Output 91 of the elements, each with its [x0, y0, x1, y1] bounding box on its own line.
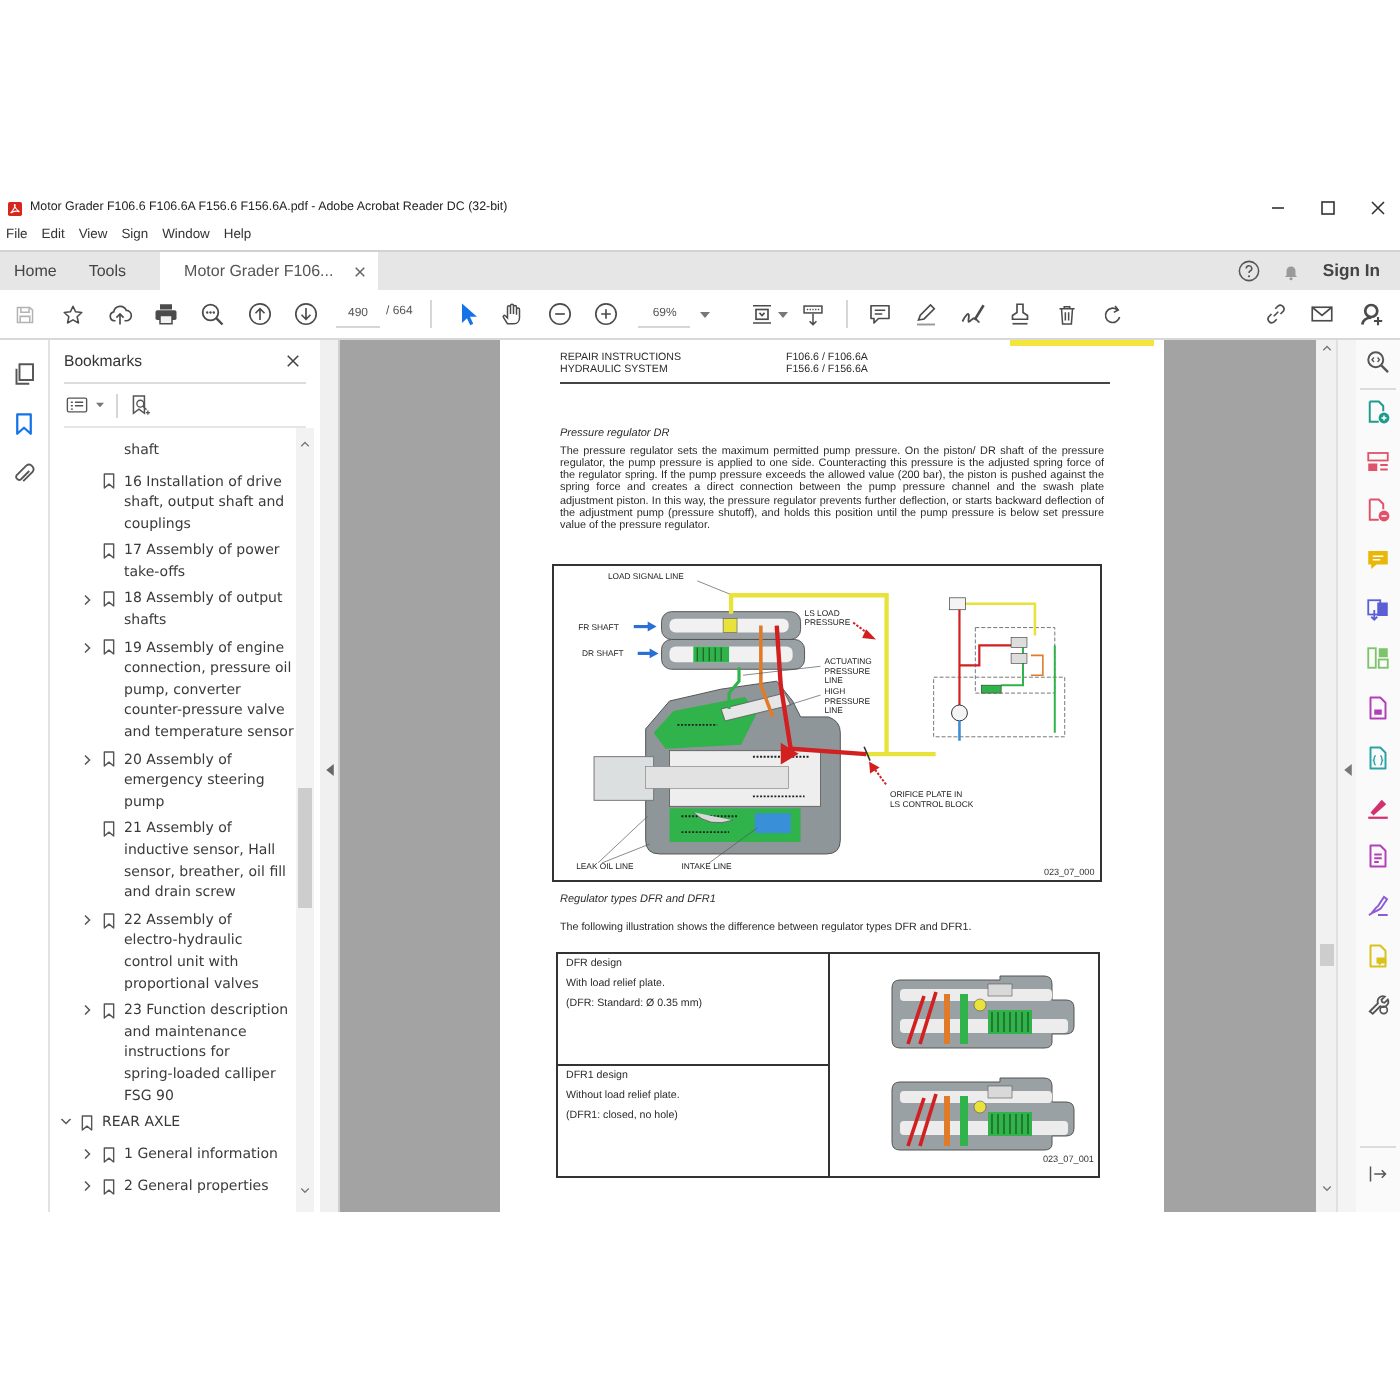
- scrollbar-thumb[interactable]: [1319, 944, 1333, 966]
- chevron-right-icon[interactable]: [82, 1148, 94, 1161]
- caret-icon[interactable]: [778, 311, 789, 317]
- bookmark-icon[interactable]: [12, 412, 36, 436]
- circle-arrow-up-icon[interactable]: [248, 302, 272, 326]
- chevron-right-icon[interactable]: [82, 1004, 94, 1017]
- bookmark-icon: [101, 638, 115, 657]
- bookmark-icon: [101, 590, 115, 609]
- maximize-icon[interactable]: [1320, 200, 1336, 216]
- signature-icon[interactable]: [1366, 893, 1390, 918]
- bookmark-icon: [101, 542, 115, 561]
- leader-line: [597, 816, 650, 864]
- tab[interactable]: Motor Grader F106...: [160, 252, 378, 290]
- document-badge-icon[interactable]: [1366, 400, 1390, 424]
- tab[interactable]: Home: [0, 252, 73, 290]
- chevron-right-icon[interactable]: [82, 593, 94, 606]
- document-icon[interactable]: [1366, 696, 1390, 721]
- chevron-down-icon[interactable]: [300, 1186, 310, 1196]
- close-icon[interactable]: [1370, 200, 1386, 216]
- close-icon[interactable]: [353, 265, 366, 277]
- stamp-icon[interactable]: [1008, 302, 1033, 326]
- leader-line: [696, 580, 730, 595]
- speech-bubble-icon[interactable]: [868, 302, 893, 326]
- bookmark-icon: [101, 750, 115, 769]
- collapse-arrow-icon[interactable]: [325, 764, 333, 776]
- tab[interactable]: Tools: [72, 252, 143, 290]
- page-fit-icon[interactable]: [750, 302, 775, 326]
- high-pressure-line: [774, 625, 867, 765]
- sign-in-button[interactable]: Sign In: [1322, 260, 1380, 282]
- hand-icon[interactable]: [500, 302, 525, 326]
- bookmark-add-icon[interactable]: [130, 394, 152, 416]
- highlighter-icon[interactable]: [1366, 795, 1390, 819]
- document-braces-icon[interactable]: [1366, 745, 1390, 770]
- cursor-icon[interactable]: [456, 302, 481, 326]
- highlight-strip: [1010, 340, 1154, 346]
- user-icon[interactable]: [1360, 302, 1385, 326]
- chevron-down-icon[interactable]: [60, 1116, 72, 1129]
- mail-icon[interactable]: [1310, 302, 1335, 326]
- chevron-right-icon[interactable]: [82, 1180, 94, 1193]
- circle-arrow-down-icon[interactable]: [294, 302, 318, 326]
- cloud-upload-icon[interactable]: [108, 302, 132, 326]
- highlighter-icon[interactable]: [914, 302, 939, 326]
- pointer-arrow: [869, 761, 887, 786]
- options-icon[interactable]: [64, 394, 90, 416]
- close-icon[interactable]: [286, 354, 300, 368]
- search-icon[interactable]: [1366, 350, 1390, 374]
- help-icon[interactable]: [1238, 260, 1261, 282]
- leader-line: [788, 695, 821, 706]
- caret-icon[interactable]: [96, 402, 104, 408]
- pointer-arrow: [633, 621, 657, 632]
- bookmark-icon: [101, 472, 115, 491]
- chevron-down-icon[interactable]: [1321, 1184, 1331, 1194]
- pointer-arrow: [852, 621, 877, 640]
- chevron-right-icon[interactable]: [82, 753, 94, 766]
- circle-minus-icon[interactable]: [548, 302, 573, 326]
- hydraulic-schematic-drawing: [933, 597, 1066, 741]
- collapse-pane-icon[interactable]: [1368, 1164, 1388, 1184]
- chevron-right-icon[interactable]: [82, 914, 94, 927]
- app-icon: [8, 201, 22, 215]
- paperclip-icon[interactable]: [12, 462, 36, 486]
- chevron-up-icon[interactable]: [1321, 344, 1331, 354]
- pages-icon[interactable]: [12, 362, 36, 386]
- collapse-arrow-icon[interactable]: [1343, 764, 1351, 776]
- print-icon[interactable]: [154, 302, 178, 326]
- documents-arrow-icon[interactable]: [1366, 597, 1390, 622]
- leader-line: [708, 828, 758, 864]
- circle-plus-icon[interactable]: [594, 302, 619, 326]
- control-pressure-line: [759, 625, 775, 718]
- rotate-icon[interactable]: [1102, 303, 1125, 325]
- intake-port: [754, 813, 791, 834]
- actuating-pressure-line: [727, 667, 741, 710]
- layout-icon[interactable]: [1366, 449, 1390, 474]
- caret-icon[interactable]: [700, 311, 711, 317]
- pointer-arrow: [637, 648, 659, 659]
- star-icon[interactable]: [62, 303, 84, 325]
- orifice-plate: [863, 746, 871, 762]
- trash-icon[interactable]: [1056, 303, 1079, 325]
- search-icon[interactable]: [200, 302, 224, 326]
- bookmark-icon: [101, 1001, 115, 1020]
- link-icon[interactable]: [1264, 302, 1289, 326]
- leader-line: [742, 666, 821, 676]
- signature-icon[interactable]: [960, 301, 987, 327]
- chevron-up-icon[interactable]: [300, 440, 310, 450]
- wrench-icon[interactable]: [1366, 992, 1390, 1017]
- bookmark-icon: [101, 820, 115, 839]
- bookmark-icon: [101, 911, 115, 930]
- scrollbar-thumb[interactable]: [298, 788, 312, 908]
- document-badge-icon[interactable]: [1366, 498, 1390, 523]
- chevron-right-icon[interactable]: [82, 641, 94, 654]
- document-lines-icon[interactable]: [1366, 844, 1390, 869]
- page-scroll-icon[interactable]: [802, 303, 825, 325]
